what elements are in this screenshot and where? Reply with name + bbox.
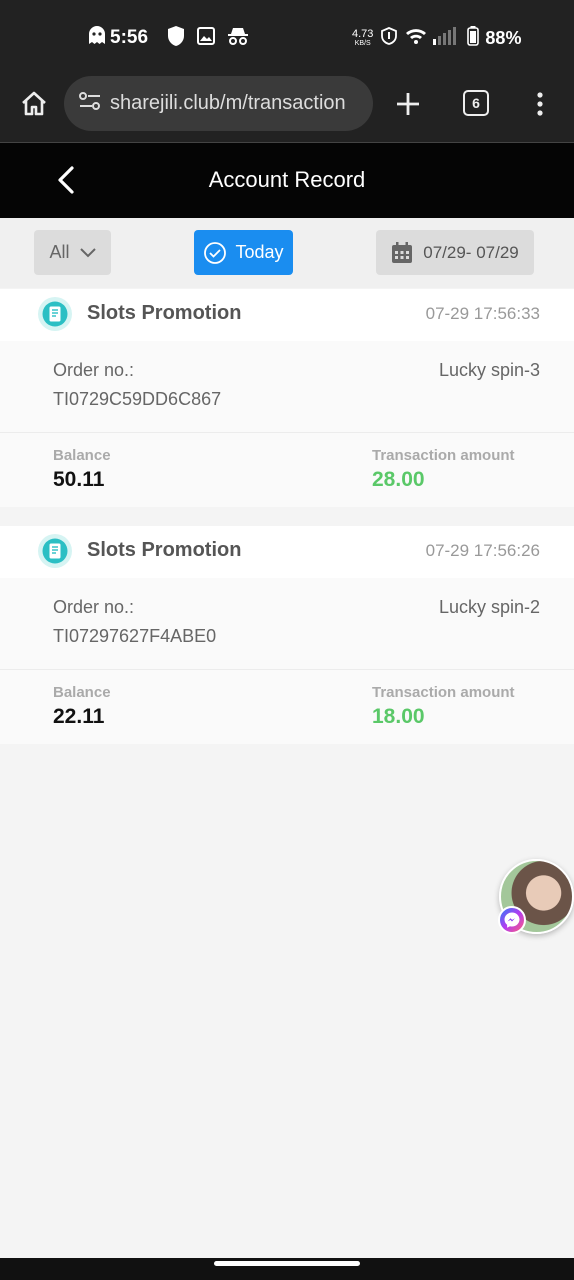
gesture-nav-bar bbox=[0, 1258, 574, 1280]
record-amounts: Balance 50.11 Transaction amount 28.00 bbox=[0, 433, 574, 507]
signal-icon bbox=[433, 26, 461, 50]
image-icon bbox=[196, 26, 216, 51]
data-saver-icon bbox=[379, 26, 399, 51]
home-icon bbox=[22, 91, 46, 116]
type-filter-label: All bbox=[49, 242, 70, 262]
balance-value: 50.11 bbox=[53, 468, 105, 491]
tab-count: 6 bbox=[472, 95, 480, 111]
record-card[interactable]: Slots Promotion 07-29 17:56:33 Order no.… bbox=[0, 289, 574, 507]
plus-icon bbox=[397, 93, 419, 115]
record-time: 07-29 17:56:33 bbox=[425, 304, 540, 323]
status-bar: 5:56 4.73 KB/S 88% bbox=[0, 0, 574, 76]
wifi-icon bbox=[405, 27, 427, 50]
record-amounts: Balance 22.11 Transaction amount 18.00 bbox=[0, 670, 574, 744]
incognito-icon bbox=[226, 26, 250, 51]
home-button[interactable] bbox=[14, 84, 54, 124]
shield-icon bbox=[166, 25, 186, 52]
record-header: Slots Promotion 07-29 17:56:33 bbox=[0, 289, 574, 341]
check-circle-icon bbox=[204, 241, 227, 264]
new-tab-button[interactable] bbox=[390, 84, 426, 124]
order-number: TI0729C59DD6C867 bbox=[53, 389, 222, 409]
record-order-section: Order no.: TI0729C59DD6C867 Lucky spin-3 bbox=[0, 341, 574, 433]
calendar-icon bbox=[392, 241, 413, 263]
amount-label: Transaction amount bbox=[372, 447, 515, 464]
balance-label: Balance bbox=[53, 684, 111, 701]
receipt-icon bbox=[38, 297, 72, 331]
amount-label: Transaction amount bbox=[372, 684, 515, 701]
today-filter-button[interactable]: Today bbox=[194, 230, 293, 275]
balance-label: Balance bbox=[53, 447, 111, 464]
date-range-label: 07/29- 07/29 bbox=[423, 242, 519, 262]
more-vertical-icon bbox=[537, 92, 543, 116]
app-header: Account Record bbox=[0, 142, 574, 218]
status-time: 5:56 bbox=[110, 27, 149, 48]
ghost-icon bbox=[88, 25, 106, 51]
amount-value: 28.00 bbox=[372, 468, 425, 491]
tab-switcher-button[interactable]: 6 bbox=[463, 90, 489, 116]
date-range-picker[interactable]: 07/29- 07/29 bbox=[376, 230, 534, 275]
record-header: Slots Promotion 07-29 17:56:26 bbox=[0, 526, 574, 578]
game-name: Lucky spin-3 bbox=[438, 360, 540, 380]
home-indicator[interactable] bbox=[214, 1261, 360, 1266]
browser-menu-button[interactable] bbox=[526, 84, 554, 124]
battery-icon bbox=[467, 25, 480, 51]
record-time: 07-29 17:56:26 bbox=[425, 541, 540, 560]
record-title: Slots Promotion bbox=[87, 539, 242, 561]
amount-value: 18.00 bbox=[372, 705, 425, 728]
chevron-down-icon bbox=[79, 247, 96, 257]
order-label: Order no.: bbox=[53, 360, 135, 380]
status-time-group: 5:56 bbox=[88, 24, 148, 52]
type-filter-dropdown[interactable]: All bbox=[34, 230, 111, 275]
record-title: Slots Promotion bbox=[87, 302, 242, 324]
address-bar[interactable]: sharejili.club/m/transaction bbox=[64, 76, 373, 131]
browser-toolbar: sharejili.club/m/transaction 6 bbox=[0, 76, 574, 142]
messenger-icon bbox=[498, 906, 526, 934]
record-order-section: Order no.: TI07297627F4ABE0 Lucky spin-2 bbox=[0, 578, 574, 670]
status-left-icons bbox=[166, 24, 250, 52]
order-label: Order no.: bbox=[53, 597, 135, 617]
site-settings-icon[interactable] bbox=[78, 90, 102, 117]
battery-percent: 88% bbox=[485, 27, 522, 48]
filter-bar: All Today 07/29- 07/29 bbox=[0, 218, 574, 288]
status-right-icons: 4.73 KB/S 88% bbox=[352, 24, 521, 52]
balance-value: 22.11 bbox=[53, 705, 105, 728]
url-text: sharejili.club/m/transaction bbox=[110, 92, 346, 114]
page-title: Account Record bbox=[208, 167, 366, 192]
today-filter-label: Today bbox=[235, 242, 284, 262]
game-name: Lucky spin-2 bbox=[438, 597, 540, 617]
net-speed: 4.73 KB/S bbox=[352, 28, 374, 48]
record-card[interactable]: Slots Promotion 07-29 17:56:26 Order no.… bbox=[0, 526, 574, 744]
receipt-icon bbox=[38, 534, 72, 568]
order-number: TI07297627F4ABE0 bbox=[53, 626, 217, 646]
